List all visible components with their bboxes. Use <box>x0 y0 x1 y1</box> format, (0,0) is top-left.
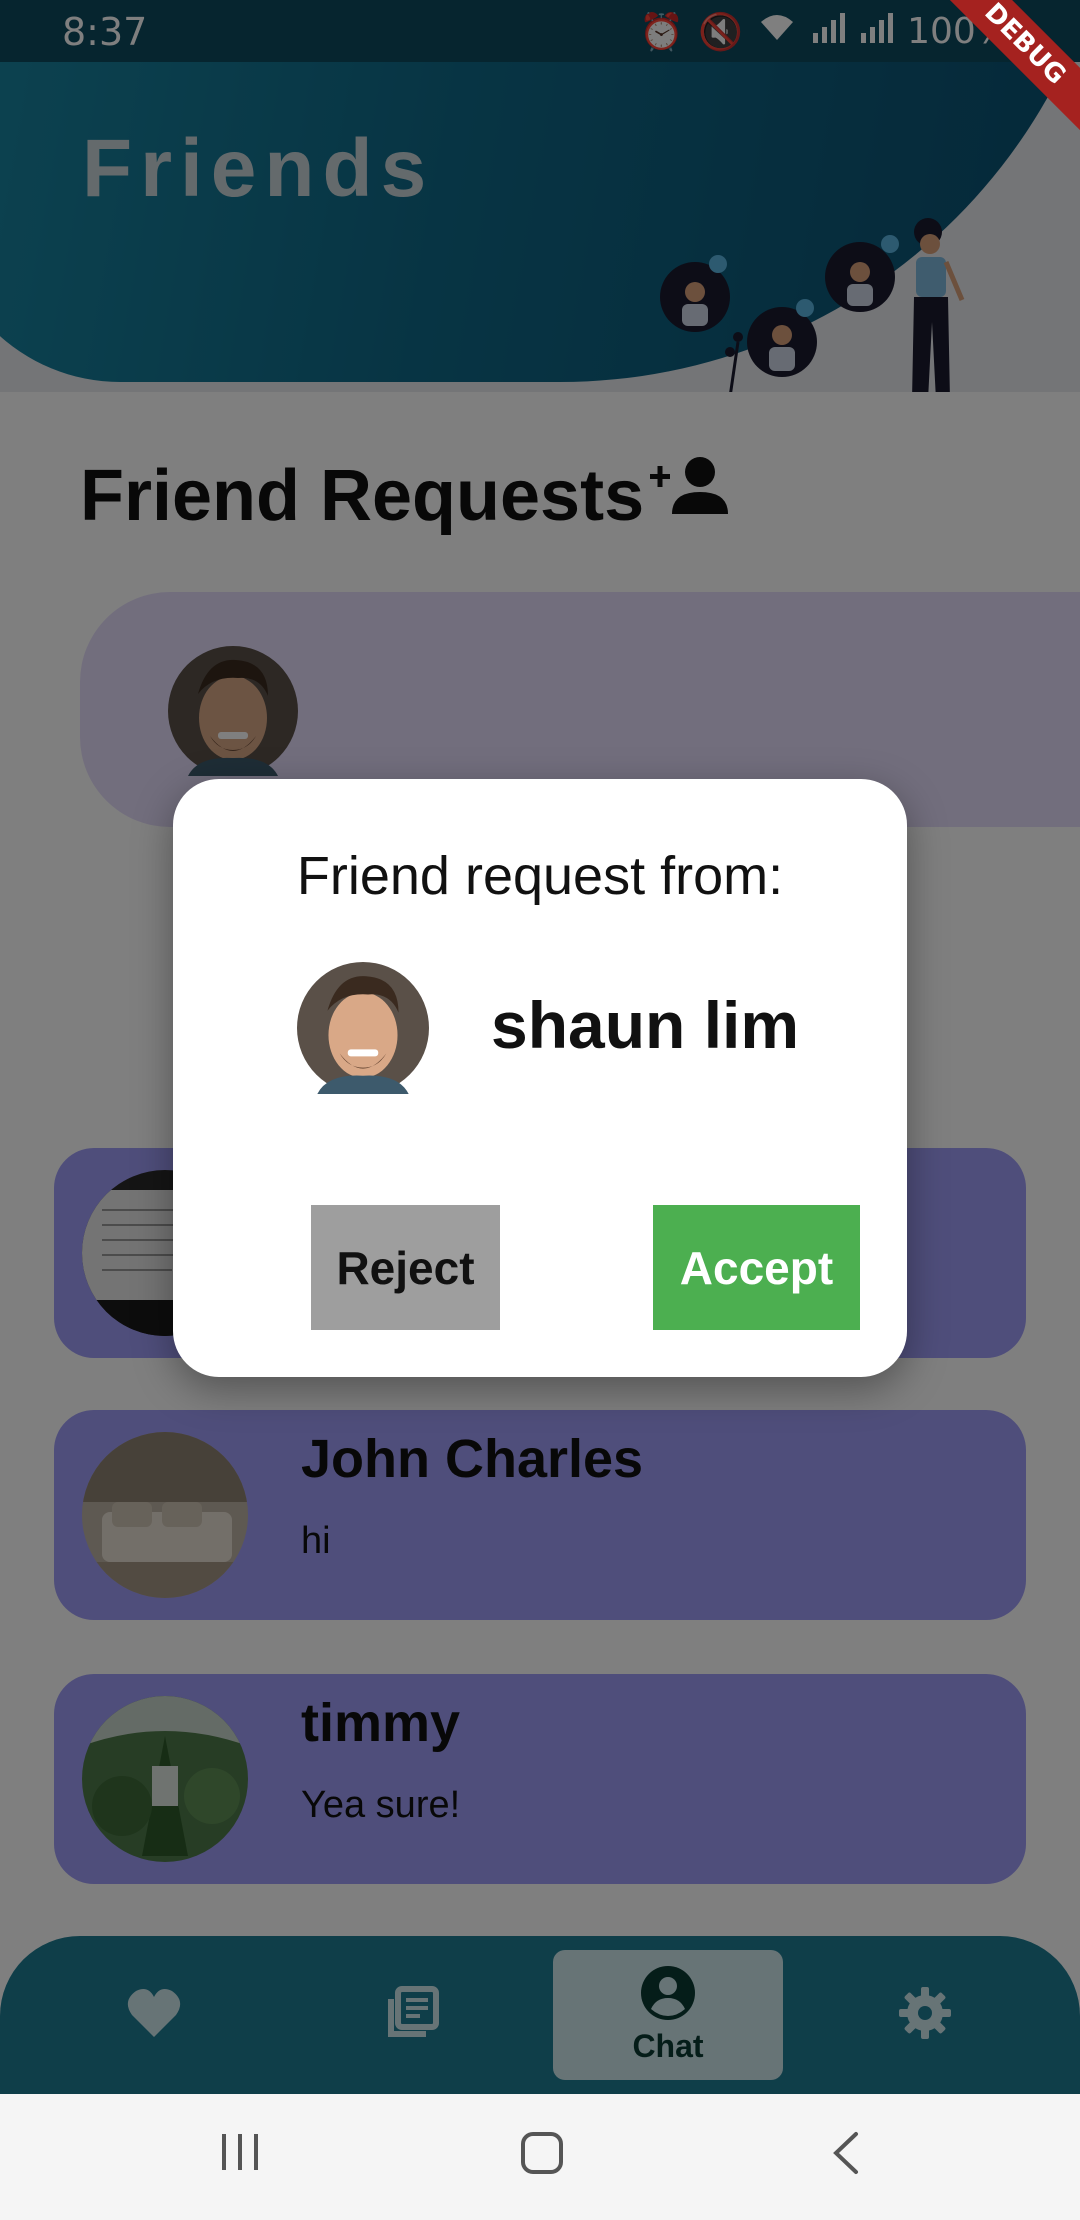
home-button[interactable] <box>519 2130 565 2181</box>
dialog-avatar <box>297 962 429 1094</box>
system-nav-bar <box>0 2094 1080 2220</box>
accept-button[interactable]: Accept <box>653 1205 860 1330</box>
requester-name: shaun lim <box>491 988 800 1062</box>
reject-button[interactable]: Reject <box>311 1205 500 1330</box>
dialog-title: Friend request from: <box>296 846 784 906</box>
recent-apps-button[interactable] <box>218 2130 264 2179</box>
friend-request-dialog: Friend request from: shaun lim Reject Ac… <box>173 779 907 1377</box>
back-button[interactable] <box>826 2130 866 2181</box>
